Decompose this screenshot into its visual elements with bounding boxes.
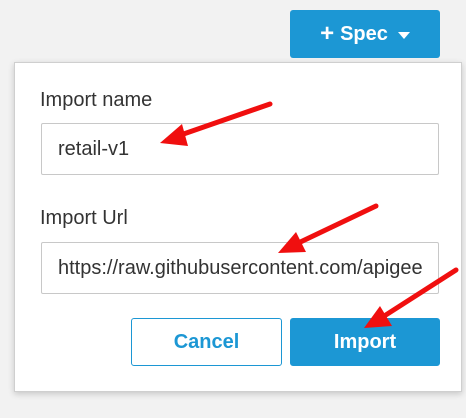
import-url-label: Import Url bbox=[40, 207, 128, 229]
import-name-input[interactable] bbox=[41, 123, 439, 175]
caret-down-icon bbox=[397, 31, 410, 39]
spec-dropdown-button[interactable]: + Spec bbox=[290, 10, 440, 58]
cancel-button[interactable]: Cancel bbox=[131, 318, 282, 366]
plus-icon: + bbox=[320, 20, 335, 47]
spec-button-label: Spec bbox=[340, 22, 388, 45]
screen: + Spec Import name Import Url Cancel Imp… bbox=[0, 0, 466, 418]
import-spec-panel: Import name Import Url Cancel Import bbox=[14, 62, 462, 392]
import-button[interactable]: Import bbox=[290, 318, 440, 366]
import-url-input[interactable] bbox=[41, 242, 439, 294]
import-name-label: Import name bbox=[40, 89, 153, 111]
